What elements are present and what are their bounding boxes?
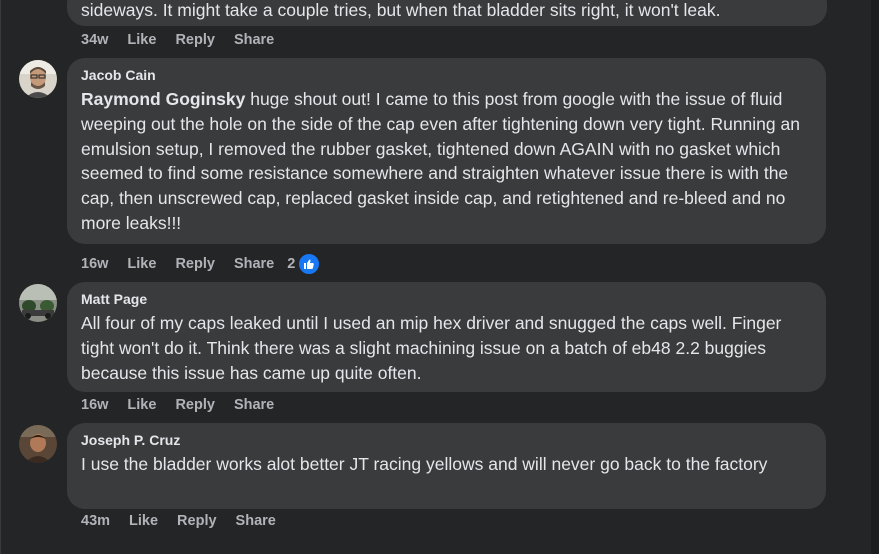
comment-text: sideways. It might take a couple tries, … xyxy=(81,0,721,20)
reply-button[interactable]: Reply xyxy=(177,513,217,529)
reaction-count: 2 xyxy=(287,256,296,272)
reply-button[interactable]: Reply xyxy=(175,32,215,48)
comment-timestamp[interactable]: 34w xyxy=(81,32,108,48)
share-button[interactable]: Share xyxy=(236,513,276,529)
comment-author[interactable]: Matt Page xyxy=(81,290,812,308)
comment-author[interactable]: Jacob Cain xyxy=(81,66,812,84)
like-button[interactable]: Like xyxy=(127,256,156,272)
comment-actions: 16w Like Reply Share xyxy=(81,397,293,413)
reply-button[interactable]: Reply xyxy=(175,256,215,272)
comment-bubble: Jacob Cain Raymond Goginsky huge shout o… xyxy=(67,58,826,244)
comment-author[interactable]: Joseph P. Cruz xyxy=(81,431,812,449)
like-button[interactable]: Like xyxy=(127,32,156,48)
mention-link[interactable]: Raymond Goginsky xyxy=(81,89,245,109)
thumbs-up-icon xyxy=(297,252,322,276)
comment-timestamp[interactable]: 16w xyxy=(81,397,108,413)
comment-actions: 34w Like Reply Share xyxy=(81,32,293,48)
like-button[interactable]: Like xyxy=(129,513,158,529)
reaction-summary[interactable]: 2 xyxy=(287,252,322,276)
share-button[interactable]: Share xyxy=(234,397,274,413)
comment-timestamp[interactable]: 16w xyxy=(81,256,108,272)
comment-bubble: Joseph P. Cruz I use the bladder works a… xyxy=(67,423,826,509)
comment-text: Raymond Goginsky huge shout out! I came … xyxy=(81,87,812,236)
avatar[interactable] xyxy=(19,425,57,463)
avatar[interactable] xyxy=(19,284,57,322)
share-button[interactable]: Share xyxy=(234,32,274,48)
comment-text: I use the bladder works alot better JT r… xyxy=(81,454,768,474)
comments-panel: sideways. It might take a couple tries, … xyxy=(0,0,879,554)
like-button[interactable]: Like xyxy=(127,397,156,413)
comment-actions: 16w Like Reply Share 2 xyxy=(81,252,322,276)
comment-text: All four of my caps leaked until I used … xyxy=(81,313,787,383)
comment-bubble: Matt Page All four of my caps leaked unt… xyxy=(67,282,826,392)
scroll-gutter xyxy=(871,0,879,554)
share-button[interactable]: Share xyxy=(234,256,274,272)
reply-button[interactable]: Reply xyxy=(175,397,215,413)
comment-bubble: sideways. It might take a couple tries, … xyxy=(67,0,827,26)
comment-timestamp[interactable]: 43m xyxy=(81,513,110,529)
avatar[interactable] xyxy=(19,60,57,98)
comment-body: huge shout out! I came to this post from… xyxy=(81,89,805,233)
comment-actions: 43m Like Reply Share xyxy=(81,513,295,529)
